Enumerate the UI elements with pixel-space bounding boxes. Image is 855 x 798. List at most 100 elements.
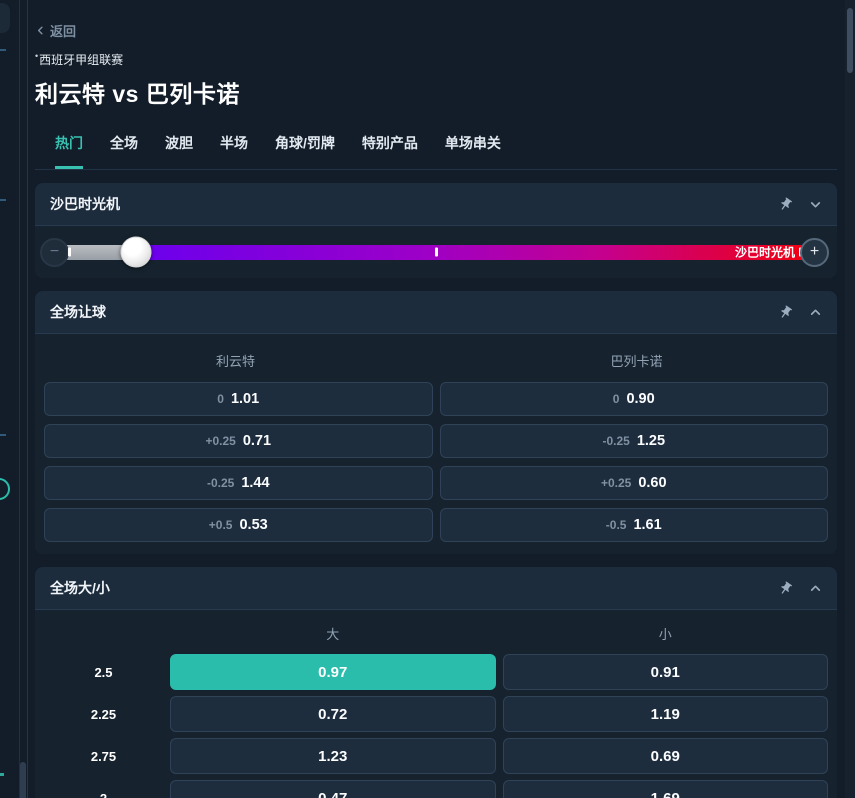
handicap-odds-button[interactable]: 0 1.01 [44, 382, 433, 416]
handicap-card: 全场让球 利云特 巴列卡诺 0 1.01 0 [35, 291, 837, 554]
odds-value: 1.44 [241, 475, 269, 491]
left-edge-marker [0, 199, 6, 201]
chevron-down-icon[interactable] [809, 198, 822, 211]
left-edge-marker [0, 434, 6, 436]
handicap-line: +0.25 [601, 476, 631, 490]
time-machine-header: 沙巴时光机 [35, 183, 837, 226]
page-title: 利云特 vs 巴列卡诺 [35, 75, 837, 109]
table-row: 0 1.01 0 0.90 [44, 382, 828, 416]
under-odds-button[interactable]: 1.69 [503, 780, 829, 798]
handicap-odds-button[interactable]: -0.25 1.44 [44, 466, 433, 500]
handicap-odds-button[interactable]: 0 0.90 [440, 382, 829, 416]
handicap-odds-button[interactable]: -0.25 1.25 [440, 424, 829, 458]
handicap-odds-button[interactable]: +0.25 0.71 [44, 424, 433, 458]
section-title: 全场大/小 [50, 578, 110, 598]
handicap-line: -0.25 [207, 476, 234, 490]
chevron-up-icon[interactable] [809, 306, 822, 319]
pin-icon[interactable] [778, 197, 793, 212]
slider-handle[interactable] [120, 237, 151, 268]
time-machine-card: 沙巴时光机 − 沙巴时光机 + [35, 183, 837, 278]
odds-value: 0.72 [318, 706, 347, 723]
under-odds-button[interactable]: 0.69 [503, 738, 829, 774]
handicap-header: 全场让球 [35, 291, 837, 334]
tab-half[interactable]: 半场 [220, 133, 248, 169]
table-row: 2.25 0.72 1.19 [35, 696, 837, 732]
tab-full-match[interactable]: 全场 [110, 133, 138, 169]
handicap-line: -0.5 [606, 518, 627, 532]
over-under-column-headers: 大 小 [35, 612, 837, 654]
odds-value: 1.01 [231, 391, 259, 407]
chevron-up-icon[interactable] [809, 582, 822, 595]
tab-special-products[interactable]: 特别产品 [362, 133, 418, 169]
handicap-line: +0.5 [209, 518, 233, 532]
tab-hot[interactable]: 热门 [55, 133, 83, 169]
slider-label: 沙巴时光机 [735, 244, 795, 261]
tab-single-parlay[interactable]: 单场串关 [445, 133, 501, 169]
slider-tick [435, 248, 438, 257]
slider-tick [68, 248, 71, 257]
left-panel-divider-2 [27, 0, 28, 798]
odds-value: 0.69 [651, 748, 680, 765]
goal-line-label: 2.25 [44, 696, 163, 732]
table-row: -0.25 1.44 +0.25 0.60 [44, 466, 828, 500]
under-odds-button[interactable]: 0.91 [503, 654, 829, 690]
handicap-odds-button[interactable]: +0.5 0.53 [44, 508, 433, 542]
league-marker: • [35, 51, 38, 61]
left-edge-marker-active [0, 773, 4, 776]
league-name: • 西班牙甲组联赛 [35, 51, 837, 68]
left-edge-circle-fragment [0, 478, 10, 500]
chevron-left-icon [35, 25, 46, 36]
odds-value: 0.47 [318, 790, 347, 798]
handicap-column-headers: 利云特 巴列卡诺 [35, 341, 837, 379]
goal-line-label: 2.75 [44, 738, 163, 774]
over-odds-button[interactable]: 0.97 [170, 654, 496, 690]
goal-line-label: 2 [44, 780, 163, 798]
main-content: 返回 • 西班牙甲组联赛 利云特 vs 巴列卡诺 热门 全场 波胆 半场 角球/… [35, 0, 837, 798]
over-odds-button[interactable]: 0.72 [170, 696, 496, 732]
table-row: 2.5 0.97 0.91 [35, 654, 837, 690]
odds-value: 0.91 [651, 664, 680, 681]
odds-value: 0.71 [243, 433, 271, 449]
slider-track[interactable]: 沙巴时光机 [61, 245, 809, 260]
odds-value: 0.60 [638, 475, 666, 491]
tab-correct-score[interactable]: 波胆 [165, 133, 193, 169]
odds-value: 1.19 [651, 706, 680, 723]
under-column-header: 小 [503, 624, 829, 643]
left-panel-divider [19, 0, 20, 798]
scrollbar-thumb[interactable] [847, 8, 853, 73]
under-odds-button[interactable]: 1.19 [503, 696, 829, 732]
slider-plus-button[interactable]: + [800, 238, 829, 267]
slider-minus-button[interactable]: − [40, 238, 69, 267]
left-edge-panel-fragment [0, 3, 10, 33]
goal-line-label: 2.5 [44, 654, 163, 690]
odds-value: 1.61 [633, 517, 661, 533]
pin-icon[interactable] [778, 581, 793, 596]
odds-value: 0.53 [239, 517, 267, 533]
handicap-odds-button[interactable]: -0.5 1.61 [440, 508, 829, 542]
handicap-line: -0.25 [602, 434, 629, 448]
away-team-header: 巴列卡诺 [436, 351, 837, 370]
table-row: 2.75 1.23 0.69 [35, 738, 837, 774]
table-row: +0.5 0.53 -0.5 1.61 [44, 508, 828, 542]
scrollbar-track[interactable] [845, 0, 855, 798]
handicap-line: 0 [217, 392, 224, 406]
tab-corners-cards[interactable]: 角球/罚牌 [275, 133, 335, 169]
handicap-odds-button[interactable]: +0.25 0.60 [440, 466, 829, 500]
over-under-header: 全场大/小 [35, 567, 837, 610]
market-tabs: 热门 全场 波胆 半场 角球/罚牌 特别产品 单场串关 [35, 133, 837, 170]
left-scrollbar-thumb[interactable] [20, 762, 26, 798]
odds-value: 0.97 [318, 664, 347, 681]
back-button[interactable]: 返回 [35, 0, 105, 40]
league-label: 西班牙甲组联赛 [39, 51, 123, 68]
handicap-line: 0 [613, 392, 620, 406]
over-odds-button[interactable]: 0.47 [170, 780, 496, 798]
odds-value: 1.25 [637, 433, 665, 449]
odds-value: 1.23 [318, 748, 347, 765]
over-under-card: 全场大/小 大 小 2.5 0.97 0.91 [35, 567, 837, 798]
pin-icon[interactable] [778, 305, 793, 320]
over-odds-button[interactable]: 1.23 [170, 738, 496, 774]
table-row: +0.25 0.71 -0.25 1.25 [44, 424, 828, 458]
section-title: 沙巴时光机 [50, 194, 120, 214]
left-edge-marker [0, 49, 6, 51]
back-label: 返回 [50, 21, 76, 40]
